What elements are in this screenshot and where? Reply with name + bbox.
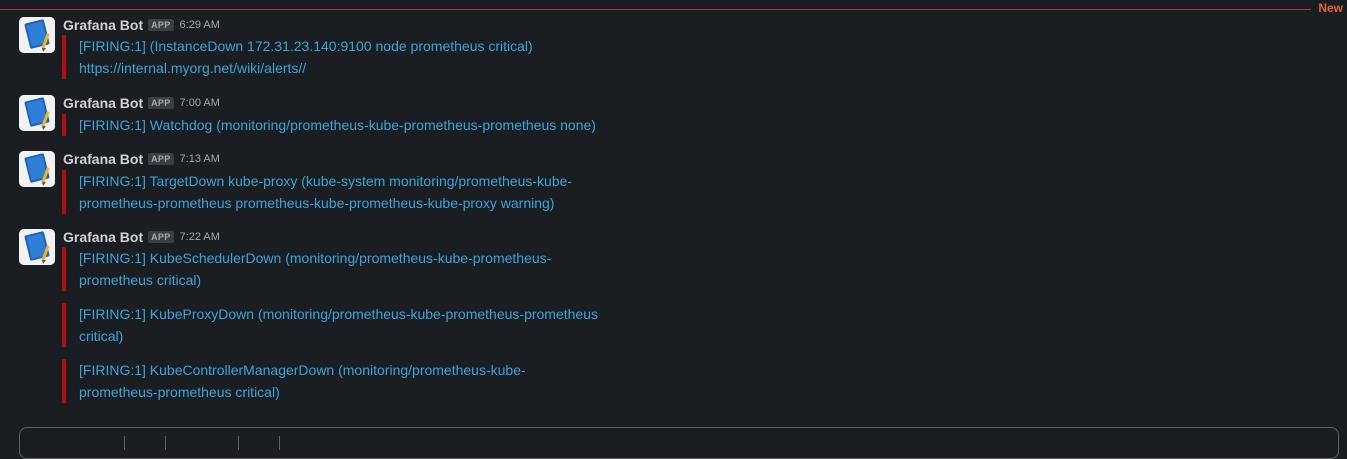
alert-attachment: [FIRING:1] (InstanceDown 172.31.23.140:9…	[62, 35, 533, 79]
new-messages-label: New	[1318, 1, 1343, 15]
alert-title-link[interactable]: [FIRING:1] Watchdog (monitoring/promethe…	[79, 114, 596, 136]
timestamp[interactable]: 7:22 AM	[180, 231, 220, 243]
sender-name[interactable]: Grafana Bot	[63, 17, 143, 33]
sender-name[interactable]: Grafana Bot	[63, 229, 143, 245]
message-composer[interactable]	[19, 427, 1339, 459]
toolbar-separator	[238, 436, 239, 450]
sender-name[interactable]: Grafana Bot	[63, 151, 143, 167]
grafana-bot-avatar-icon[interactable]	[19, 229, 55, 265]
sender-name[interactable]: Grafana Bot	[63, 95, 143, 111]
alert-attachment: [FIRING:1] KubeProxyDown (monitoring/pro…	[62, 303, 598, 347]
alert-attachment: [FIRING:1] TargetDown kube-proxy (kube-s…	[62, 170, 572, 214]
alert-title-link-line1[interactable]: [FIRING:1] KubeSchedulerDown (monitoring…	[79, 247, 551, 269]
app-badge: APP	[148, 19, 174, 31]
timestamp[interactable]: 6:29 AM	[180, 19, 220, 31]
grafana-bot-avatar-icon[interactable]	[19, 17, 55, 53]
toolbar-separator	[279, 436, 280, 450]
alert-title-link-line2[interactable]: prometheus critical)	[79, 269, 551, 291]
alert-attachment: [FIRING:1] KubeControllerManagerDown (mo…	[62, 359, 526, 403]
timestamp[interactable]: 7:00 AM	[180, 97, 220, 109]
alert-title-link[interactable]: [FIRING:1] (InstanceDown 172.31.23.140:9…	[79, 35, 533, 57]
app-badge: APP	[148, 153, 174, 165]
timestamp[interactable]: 7:13 AM	[180, 153, 220, 165]
alert-title-link-line1[interactable]: [FIRING:1] KubeControllerManagerDown (mo…	[79, 359, 526, 381]
message-header: Grafana Bot APP 7:00 AM	[63, 94, 220, 112]
message-header: Grafana Bot APP 7:22 AM	[63, 228, 220, 246]
toolbar-separator	[124, 436, 125, 450]
alert-attachment: [FIRING:1] Watchdog (monitoring/promethe…	[62, 114, 596, 136]
toolbar-separator	[165, 436, 166, 450]
alert-title-link-line1[interactable]: [FIRING:1] TargetDown kube-proxy (kube-s…	[79, 170, 572, 192]
alert-attachment: [FIRING:1] KubeSchedulerDown (monitoring…	[62, 247, 551, 291]
app-badge: APP	[148, 231, 174, 243]
alert-title-link-line2[interactable]: prometheus-prometheus prometheus-kube-pr…	[79, 192, 572, 214]
message-header: Grafana Bot APP 7:13 AM	[63, 150, 220, 168]
alert-title-link-line2[interactable]: prometheus-prometheus critical)	[79, 381, 526, 403]
alert-url-link[interactable]: https://internal.myorg.net/wiki/alerts//	[79, 57, 533, 79]
app-badge: APP	[148, 97, 174, 109]
alert-title-link-line2[interactable]: critical)	[79, 325, 598, 347]
new-messages-divider	[0, 9, 1311, 10]
grafana-bot-avatar-icon[interactable]	[19, 151, 55, 187]
message-header: Grafana Bot APP 6:29 AM	[63, 16, 220, 34]
alert-title-link-line1[interactable]: [FIRING:1] KubeProxyDown (monitoring/pro…	[79, 303, 598, 325]
grafana-bot-avatar-icon[interactable]	[19, 95, 55, 131]
